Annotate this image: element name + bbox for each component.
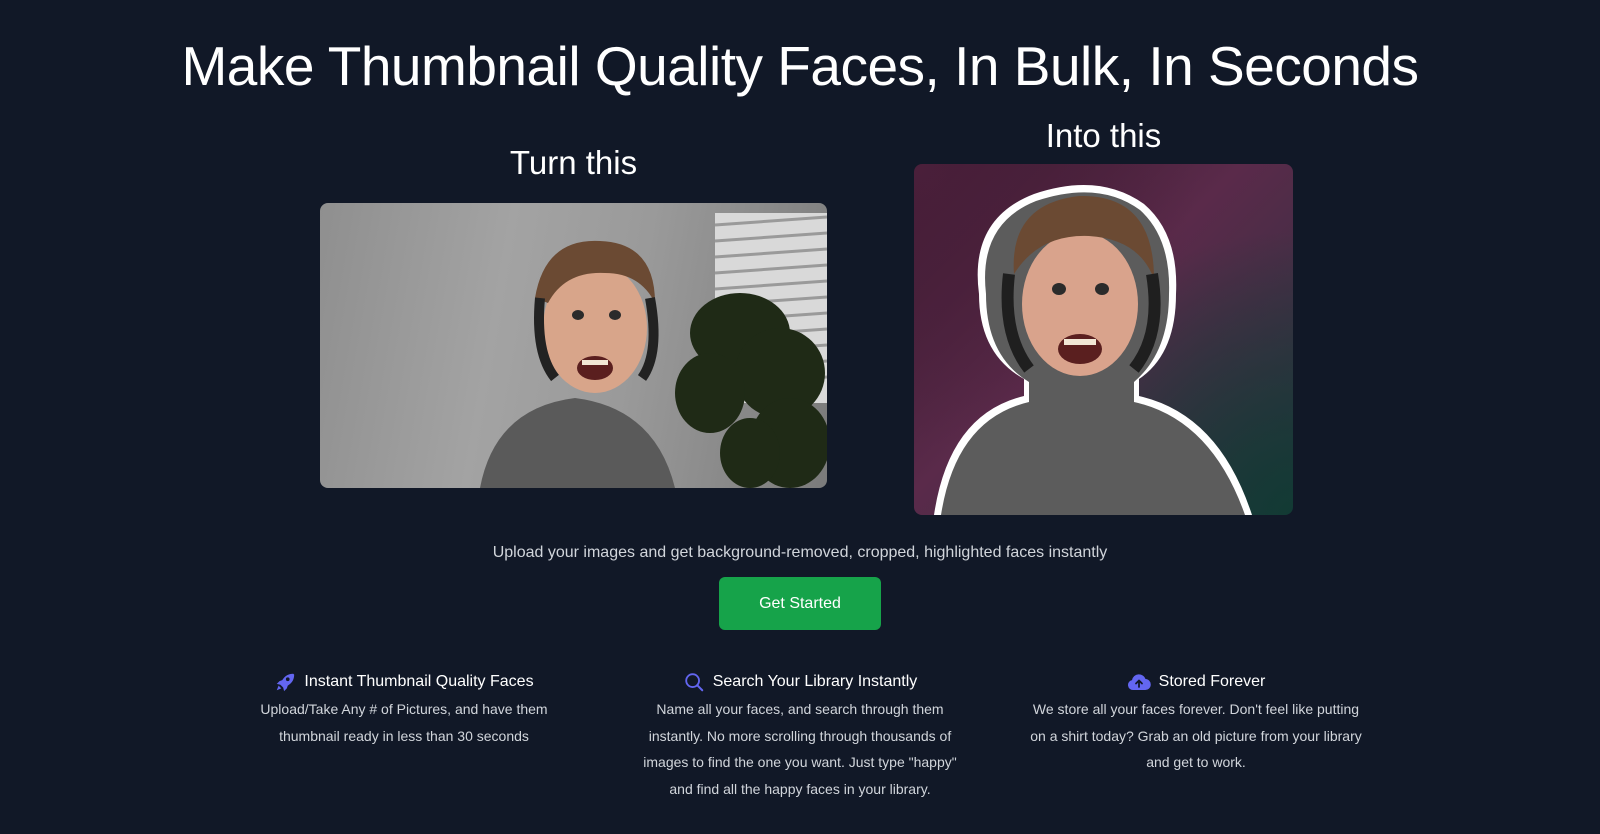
rocket-icon [274,671,296,693]
cta-description: Upload your images and get background-re… [492,544,1108,561]
feature-title: Instant Thumbnail Quality Faces [304,673,534,690]
feature-description: Upload/Take Any # of Pictures, and have … [260,701,548,744]
search-icon [683,671,705,693]
feature-search-library: Search Your Library Instantly Name all y… [620,670,980,802]
feature-description: We store all your faces forever. Don't f… [1030,701,1362,770]
before-photo [320,203,827,488]
after-label: Into this [1045,117,1162,154]
cloud-upload-icon [1127,671,1151,693]
before-label: Turn this [509,144,638,181]
feature-description: Name all your faces, and search through … [643,701,957,797]
after-photo [914,164,1293,515]
page-title: Make Thumbnail Quality Faces, In Bulk, I… [181,35,1419,97]
feature-stored-forever: Stored Forever We store all your faces f… [1016,670,1376,776]
person [480,240,675,488]
get-started-button[interactable]: Get Started [719,577,881,630]
feature-title: Search Your Library Instantly [712,673,918,690]
feature-title: Stored Forever [1158,673,1266,690]
face-cutout [934,185,1252,515]
feature-instant-faces: Instant Thumbnail Quality Faces Upload/T… [224,670,584,749]
